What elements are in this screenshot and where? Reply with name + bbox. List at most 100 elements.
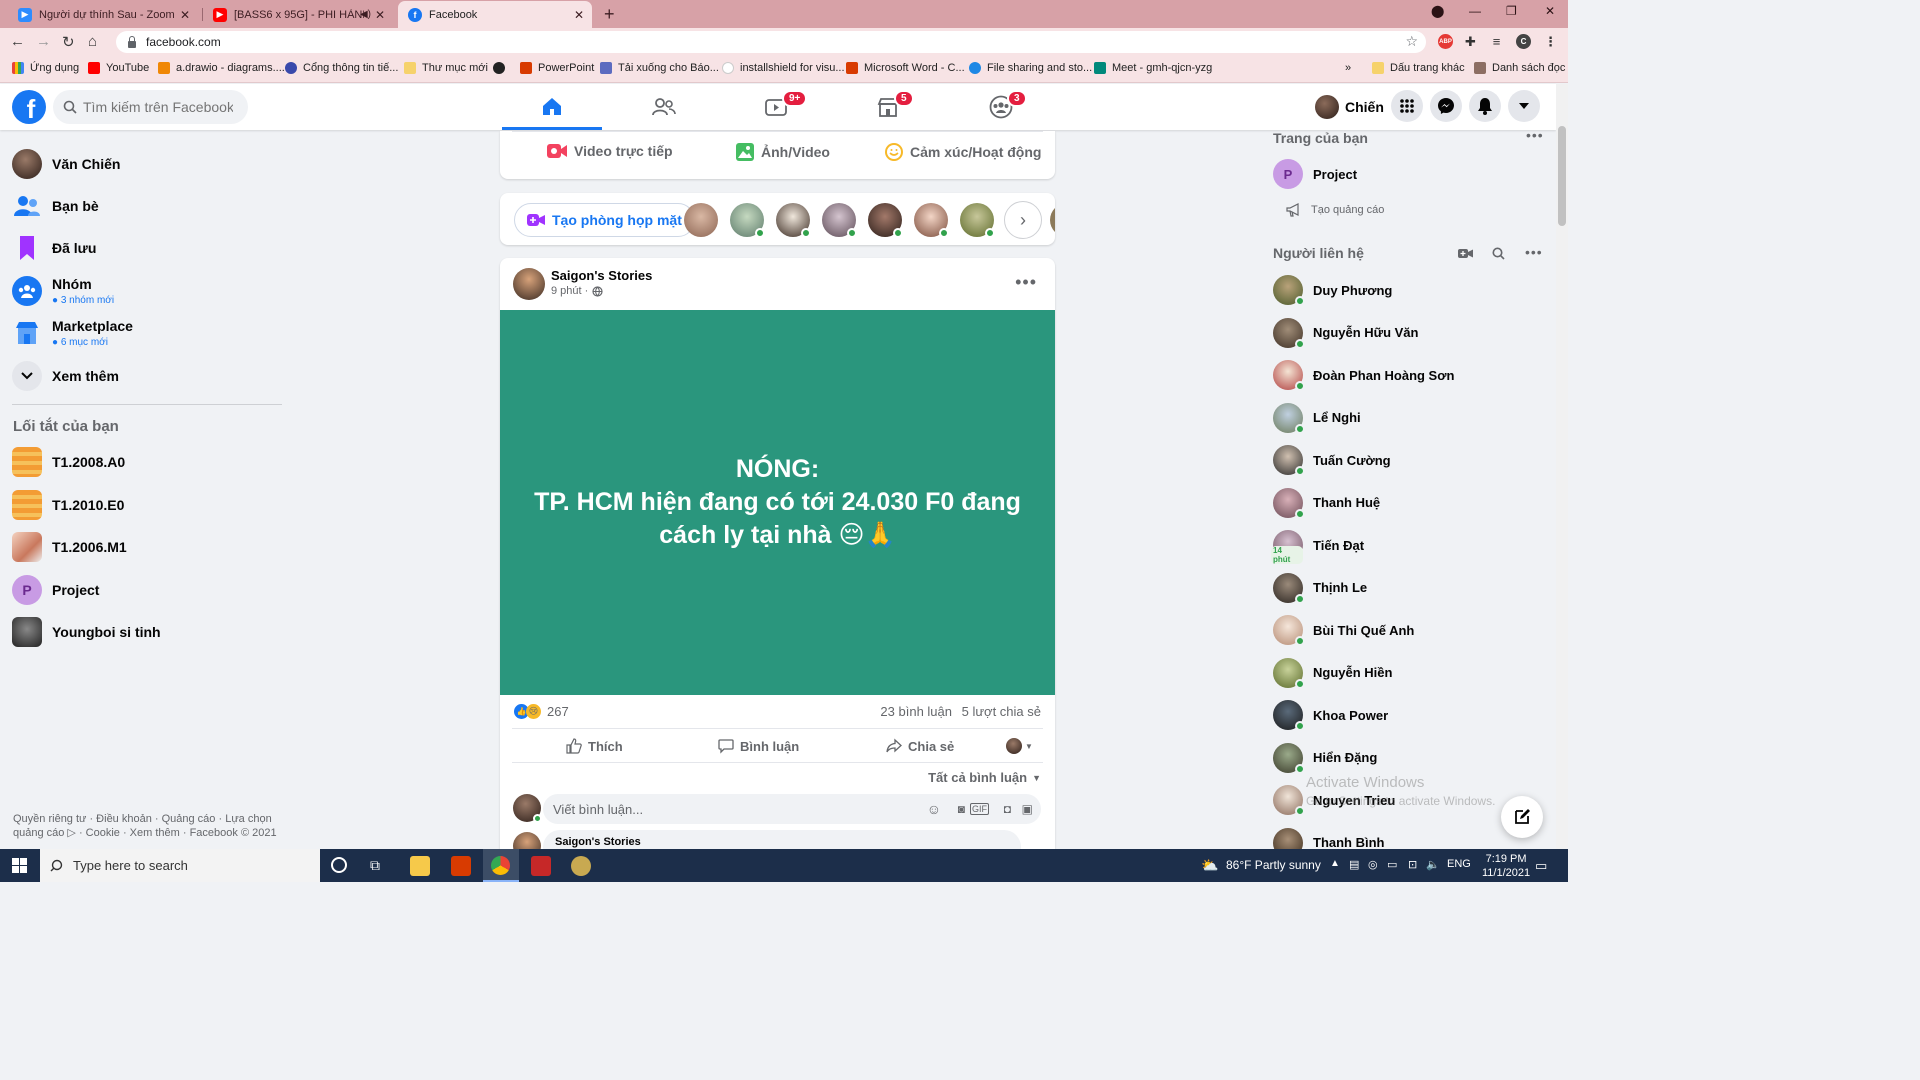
facebook-logo[interactable]: f [12,90,46,124]
close-icon[interactable]: ✕ [375,8,385,22]
feeling-button[interactable]: Cảm xúc/Hoạt động [884,142,1041,162]
clock[interactable]: 7:19 PM 11/1/2021 [1482,852,1530,880]
reload-icon[interactable]: ↻ [62,33,75,51]
more-options-icon[interactable]: ••• [1015,272,1037,293]
close-icon[interactable]: ✕ [574,8,584,22]
create-ad-button[interactable]: Tạo quảng cáo [1286,203,1384,217]
bookmark-item[interactable]: PowerPoint [520,62,594,74]
photo-video-button[interactable]: Ảnh/Video [735,142,830,162]
sidebar-item-marketplace[interactable]: Marketplace ● 6 mục mới [12,318,133,348]
profile-avatar[interactable]: C [1516,34,1531,49]
avatar-sticker-icon[interactable]: ▣ [1022,802,1033,816]
account-button[interactable] [1508,90,1540,122]
menu-icon[interactable]: ⋮ [1543,34,1558,49]
tab-groups[interactable]: 3 [951,84,1051,130]
network-icon[interactable]: ⊡ [1408,858,1417,871]
file-explorer-icon[interactable] [410,856,430,876]
bookmark-item[interactable]: Ứng dụng [12,62,79,74]
sidebar-item-saved[interactable]: Đã lưu [12,233,96,263]
sidebar-item-groups[interactable]: Nhóm ● 3 nhóm mới [12,276,114,306]
room-avatar[interactable] [730,203,765,238]
shortcut-item[interactable]: P Project [12,575,99,605]
bookmark-item[interactable]: installshield for visu... [722,62,845,74]
close-window-button[interactable]: ✕ [1545,4,1555,18]
tab-zoom[interactable]: ▶ Người dự thính Sau - Zoom ✕ [8,1,198,28]
share-count[interactable]: 5 lượt chia sẻ [962,704,1041,719]
tab-friends[interactable] [614,84,714,130]
contact-item[interactable]: 14 phút Tiến Đạt [1271,530,1364,564]
sidebar-item-friends[interactable]: Bạn bè [12,191,99,221]
contact-item[interactable]: Hiển Đặng [1273,742,1377,774]
reading-list[interactable]: Danh sách đọc [1474,62,1565,74]
more-options-icon[interactable]: ••• [1525,244,1543,260]
reactions-summary[interactable]: 👍 😢 267 [514,704,569,719]
room-avatar[interactable] [868,203,903,238]
share-button[interactable]: Chia sẻ [886,738,954,754]
comment-input[interactable]: Viết bình luận... ☺ ◙ GIF ◘ ▣ [543,794,1041,824]
taskbar-chrome[interactable] [483,849,519,882]
tab-watch[interactable]: 9+ [726,84,826,130]
bookmark-item[interactable]: Meet - gmh-qjcn-yzg [1094,62,1212,74]
speaker-icon[interactable]: ◀) [360,9,371,20]
notification-center-icon[interactable]: ▭ [1535,858,1547,874]
comment-filter[interactable]: Tất cả bình luận ▼ [928,770,1041,785]
more-options-icon[interactable]: ••• [1526,127,1544,143]
tab-search-icon[interactable]: ⬤ [1431,4,1444,18]
back-icon[interactable]: ← [10,33,25,50]
bookmarks-overflow[interactable]: » [1345,62,1351,74]
bookmark-item[interactable]: YouTube [88,62,149,74]
search-input[interactable] [83,99,233,115]
tray-icon[interactable]: ▭ [1387,858,1397,871]
shortcut-item[interactable]: Youngboi si tinh [12,617,161,647]
close-icon[interactable]: ✕ [180,8,190,22]
contact-item[interactable]: Duy Phương [1273,275,1392,306]
comment-count[interactable]: 23 bình luận [880,704,952,719]
comment-button[interactable]: Bình luận [718,738,799,754]
tray-chevron-icon[interactable]: ▲ [1330,858,1340,869]
create-room-button[interactable]: Tạo phòng họp mặt [514,203,695,237]
tab-marketplace[interactable]: 5 [838,84,938,130]
camera-icon[interactable]: ◙ [958,802,965,816]
commenter-name[interactable]: Saigon's Stories [555,836,641,848]
volume-icon[interactable]: 🔈 [1426,858,1440,871]
contact-item[interactable]: Đoàn Phan Hoàng Sơn [1273,360,1454,391]
new-message-button[interactable] [1501,796,1543,838]
room-avatar[interactable] [822,203,857,238]
contact-item[interactable]: Nguyễn Hiền [1273,657,1392,689]
shortcut-item[interactable]: T1.2008.A0 [12,447,125,477]
contact-item[interactable]: Khoa Power [1273,700,1388,731]
weather-text[interactable]: 86°F Partly sunny [1226,858,1321,872]
notifications-button[interactable] [1469,90,1501,122]
like-button[interactable]: Thích [566,738,623,754]
cortana-icon[interactable] [331,857,347,873]
post-author[interactable]: Saigon's Stories [551,268,652,283]
sidebar-item-see-more[interactable]: Xem thêm [12,361,119,391]
tab-youtube[interactable]: ▶ [BASS6 x 95G] - PHI HÀNH G ◀) ✕ [203,1,393,28]
contact-item[interactable]: Thịnh Le [1273,572,1367,604]
tab-home[interactable] [502,84,602,130]
language-indicator[interactable]: ENG [1447,858,1471,870]
url-field[interactable]: facebook.com ☆ [116,31,1426,53]
forward-icon[interactable]: → [36,33,51,50]
bookmark-item[interactable] [493,62,511,74]
taskbar-search[interactable]: Type here to search [40,849,320,882]
tray-icon[interactable]: ▤ [1349,858,1359,871]
reading-list-icon[interactable]: ≡ [1489,34,1504,49]
live-video-button[interactable]: Video trực tiếp [546,142,673,160]
bookmark-star-icon[interactable]: ☆ [1405,33,1418,50]
search-icon[interactable] [1492,247,1505,260]
messenger-button[interactable] [1430,90,1462,122]
bookmark-item[interactable]: File sharing and sto... [969,62,1092,74]
post-as-selector[interactable]: ▼ [1006,738,1033,754]
new-tab-button[interactable]: + [604,4,615,25]
contact-item[interactable]: Bùi Thi Quế Anh [1273,615,1414,646]
chevron-right-icon[interactable]: › [1004,201,1042,239]
scrollbar-thumb[interactable] [1558,126,1566,226]
bookmark-item[interactable]: a.drawio - diagrams.... [158,62,285,74]
sidebar-item-profile[interactable]: Văn Chiến [12,149,120,179]
contact-item[interactable]: Nguyễn Hữu Văn [1273,317,1418,349]
office-icon[interactable] [451,856,471,876]
app-icon[interactable] [531,856,551,876]
maximize-button[interactable]: ❐ [1506,4,1517,18]
post-time[interactable]: 9 phút · [551,285,588,297]
